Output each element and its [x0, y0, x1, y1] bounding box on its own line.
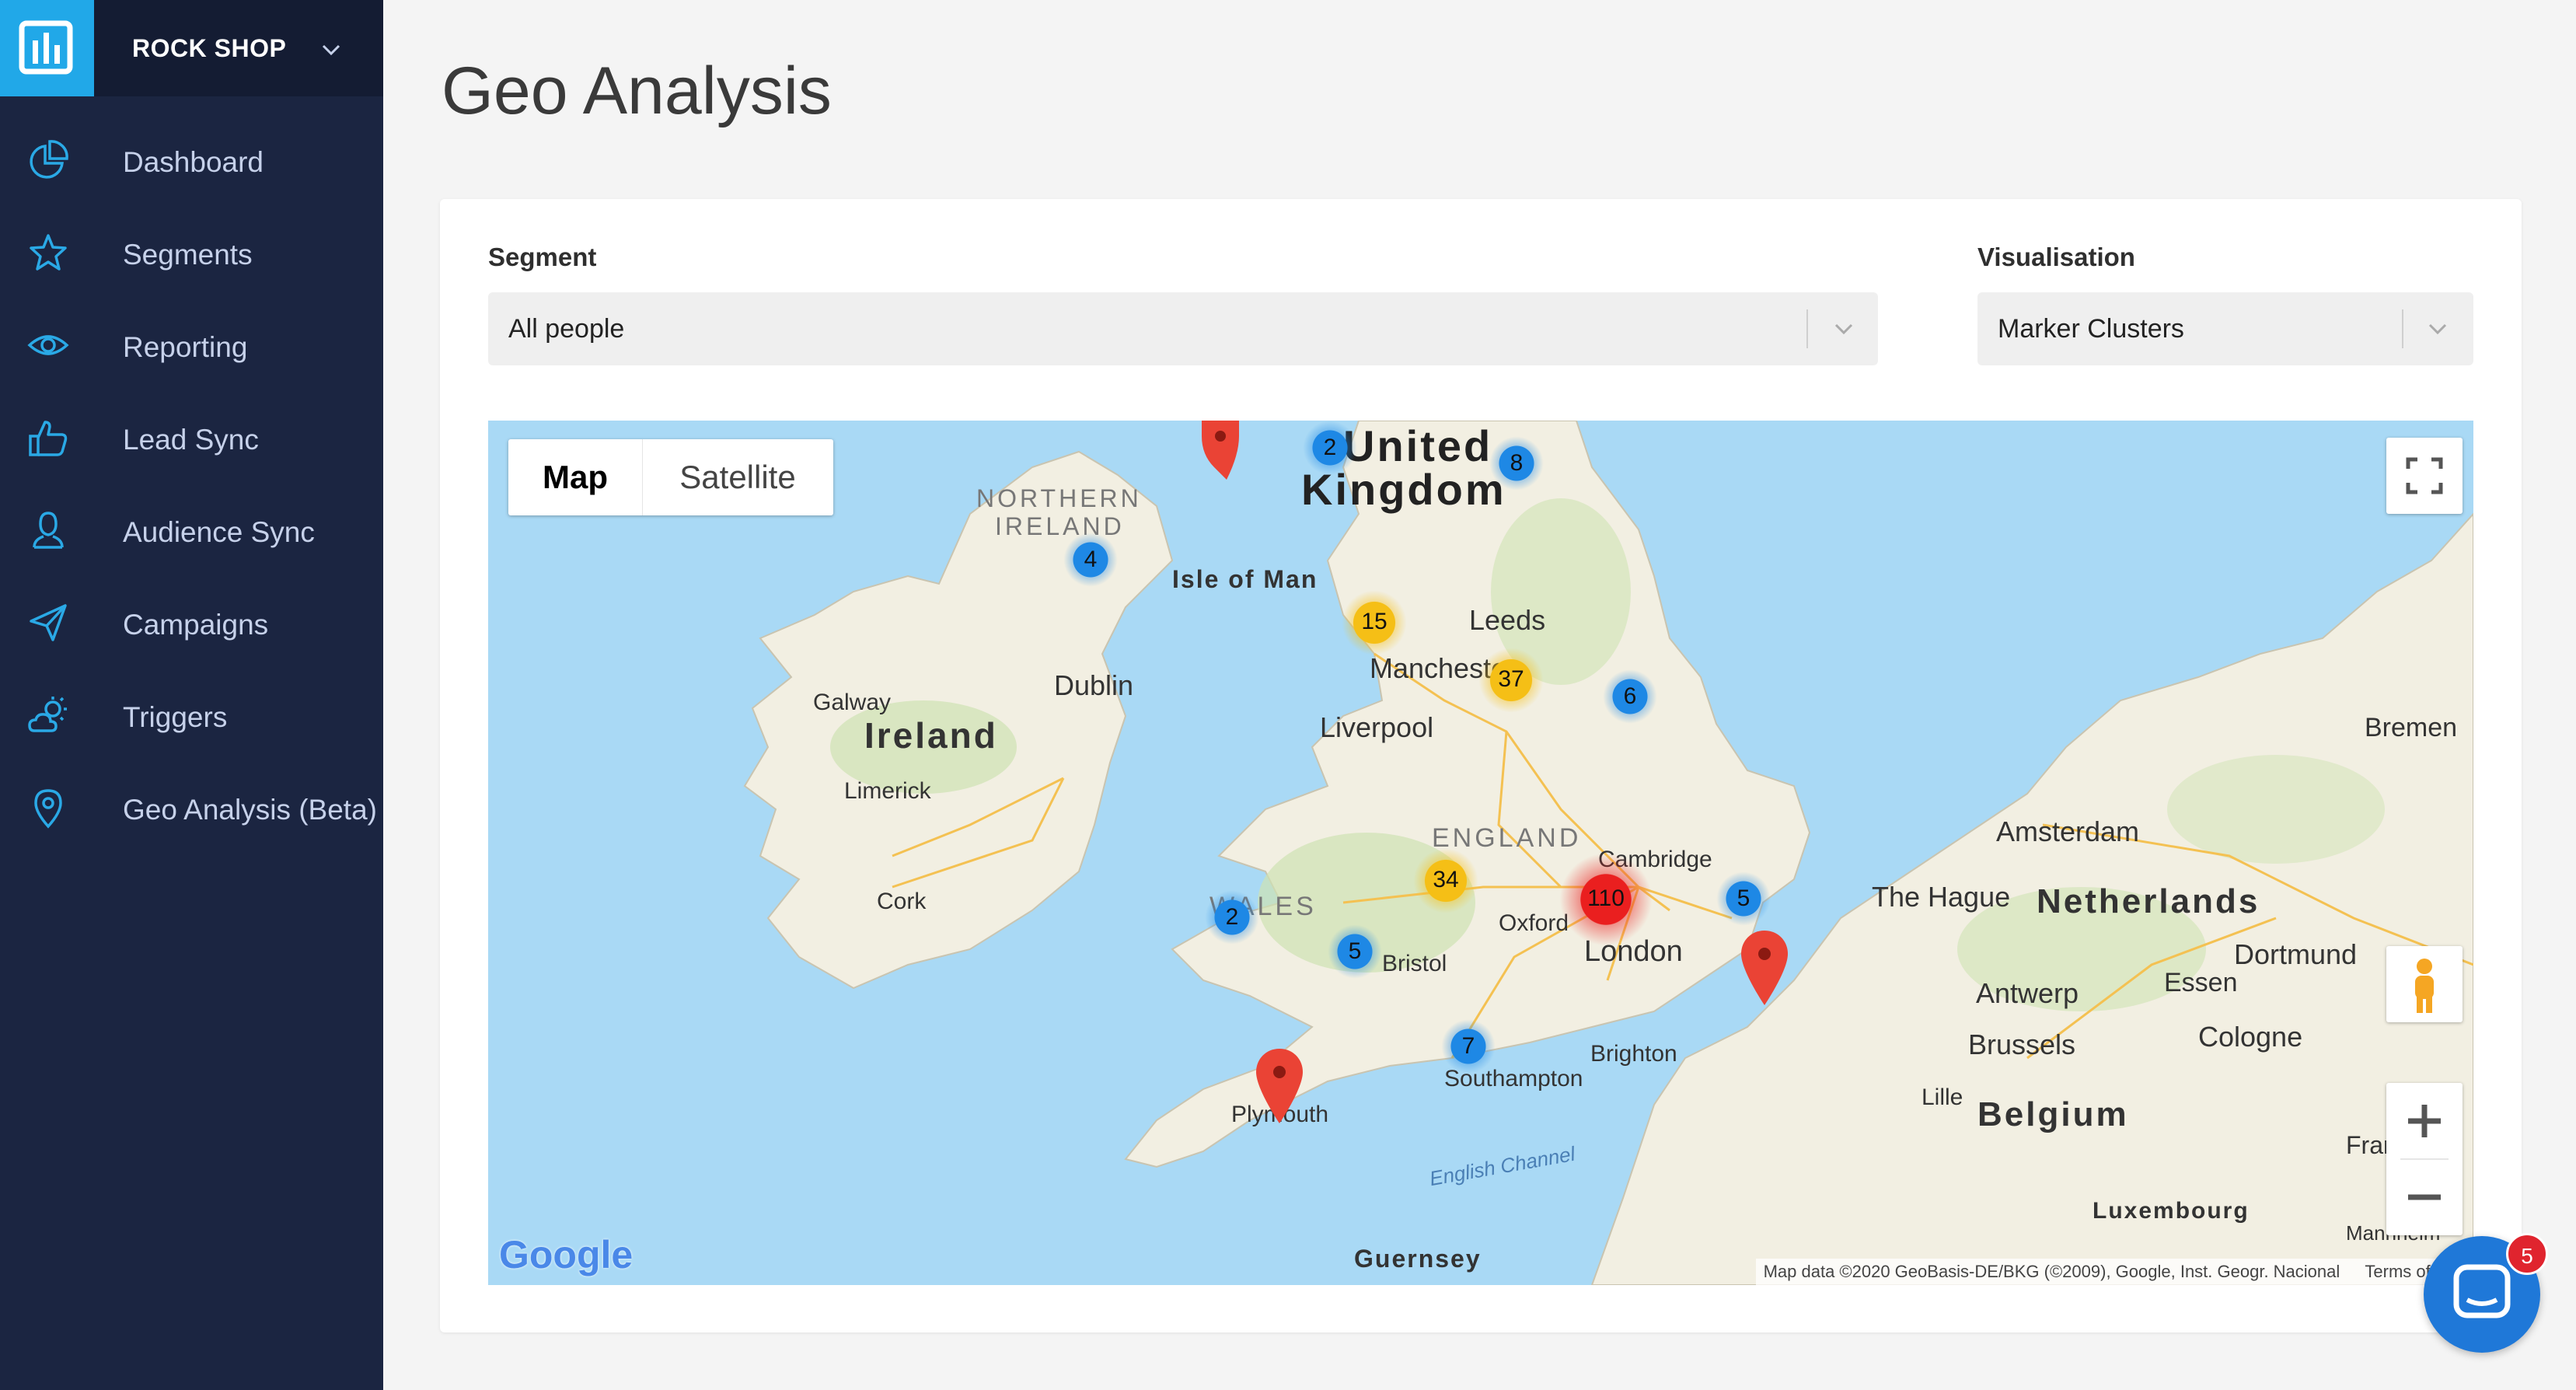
zoom-out-button[interactable] [2386, 1159, 2463, 1235]
sidebar-item-label: Dashboard [123, 146, 264, 178]
map-type-control: Map Satellite [508, 439, 833, 515]
visualisation-select[interactable]: Marker Clusters [1977, 292, 2473, 365]
marker-cluster[interactable]: 5 [1328, 924, 1382, 979]
page-title: Geo Analysis [442, 54, 832, 128]
select-separator [2402, 309, 2403, 348]
cluster-layer: 2 8 4 15 37 6 34 5 110 2 5 7 [488, 421, 2473, 1285]
sidebar-item-geo-analysis[interactable]: Geo Analysis (Beta) [0, 769, 383, 847]
segment-label: Segment [488, 243, 597, 271]
cluster-count: 4 [1084, 547, 1098, 572]
cluster-count: 5 [1348, 938, 1362, 964]
sidebar-item-label: Reporting [123, 331, 248, 363]
eye-icon [27, 335, 69, 355]
cluster-count: 5 [1737, 885, 1750, 911]
sidebar-item-label: Geo Analysis (Beta) [123, 794, 377, 826]
map-type-map-button[interactable]: Map [508, 439, 643, 515]
select-separator [1806, 309, 1808, 348]
app-logo [0, 0, 94, 96]
chevron-down-icon [2428, 323, 2447, 335]
sidebar-item-label: Audience Sync [123, 516, 315, 548]
thumbs-up-icon [29, 421, 68, 456]
marker-cluster[interactable]: 2 [1303, 421, 1357, 475]
fullscreen-button[interactable] [2386, 438, 2463, 514]
segment-select[interactable]: All people [488, 292, 1878, 365]
cluster-count: 8 [1510, 450, 1524, 476]
brand-switcher[interactable]: ROCK SHOP [0, 0, 383, 96]
send-icon [30, 604, 67, 641]
bar-chart-logo-icon [19, 20, 73, 75]
map-attribution: Map data ©2020 GeoBasis-DE/BKG (©2009), … [1755, 1259, 2473, 1285]
zoom-in-button[interactable] [2386, 1083, 2463, 1159]
sidebar-item-label: Campaigns [123, 609, 269, 641]
cluster-count: 34 [1433, 867, 1459, 892]
marker-cluster[interactable]: 4 [1063, 533, 1118, 587]
user-icon [33, 512, 64, 549]
map-type-satellite-button[interactable]: Satellite [642, 439, 833, 515]
chat-unread-badge: 5 [2506, 1233, 2548, 1275]
sidebar-item-audience-sync[interactable]: Audience Sync [0, 491, 383, 569]
map-pin-icon [34, 789, 62, 829]
sidebar-item-segments[interactable]: Segments [0, 214, 383, 292]
plus-icon [2408, 1105, 2441, 1137]
visualisation-select-value: Marker Clusters [1998, 314, 2184, 344]
marker-cluster[interactable]: 37 [1478, 648, 1544, 713]
minus-icon [2408, 1194, 2441, 1200]
sidebar-item-triggers[interactable]: Triggers [0, 676, 383, 754]
pie-chart-icon [30, 140, 68, 179]
weather-icon [28, 697, 67, 732]
cluster-count: 2 [1225, 904, 1239, 930]
marker-cluster[interactable]: 34 [1413, 848, 1478, 913]
street-view-pegman[interactable] [2386, 946, 2463, 1022]
sidebar-item-campaigns[interactable]: Campaigns [0, 584, 383, 662]
cluster-count: 15 [1361, 609, 1387, 634]
fullscreen-icon [2406, 457, 2443, 494]
marker-cluster[interactable]: 2 [1205, 890, 1259, 945]
sidebar-item-dashboard[interactable]: Dashboard [0, 121, 383, 199]
map-canvas[interactable]: United Kingdom NORTHERN IRELAND Isle of … [488, 421, 2473, 1285]
cluster-count: 2 [1323, 435, 1337, 460]
chevron-down-icon [322, 44, 340, 56]
sidebar-item-lead-sync[interactable]: Lead Sync [0, 399, 383, 477]
marker-cluster[interactable]: 15 [1342, 590, 1407, 655]
star-icon [30, 234, 67, 271]
sidebar-item-label: Segments [123, 239, 253, 271]
marker-cluster[interactable]: 5 [1716, 871, 1771, 926]
segment-select-value: All people [508, 314, 625, 344]
marker-cluster[interactable]: 8 [1489, 436, 1544, 491]
pegman-icon [2415, 959, 2434, 1013]
cluster-count: 37 [1498, 666, 1524, 692]
cluster-count: 6 [1623, 683, 1637, 709]
marker-cluster[interactable]: 110 [1559, 853, 1653, 946]
zoom-control [2386, 1083, 2463, 1235]
sidebar: ROCK SHOP Dashboard Segments Reporting L… [0, 0, 383, 1390]
cluster-count: 110 [1587, 885, 1625, 911]
brand-name: ROCK SHOP [132, 34, 287, 62]
attribution-text: Map data ©2020 GeoBasis-DE/BKG (©2009), … [1763, 1262, 2340, 1281]
marker-cluster[interactable]: 7 [1441, 1019, 1496, 1074]
cluster-count: 7 [1461, 1033, 1475, 1059]
sidebar-item-label: Lead Sync [123, 424, 259, 456]
sidebar-item-label: Triggers [123, 701, 228, 733]
sidebar-item-reporting[interactable]: Reporting [0, 306, 383, 384]
visualisation-label: Visualisation [1977, 243, 2135, 271]
marker-cluster[interactable]: 6 [1603, 669, 1657, 724]
chevron-down-icon [1834, 323, 1853, 335]
google-logo[interactable]: Google [499, 1232, 633, 1277]
